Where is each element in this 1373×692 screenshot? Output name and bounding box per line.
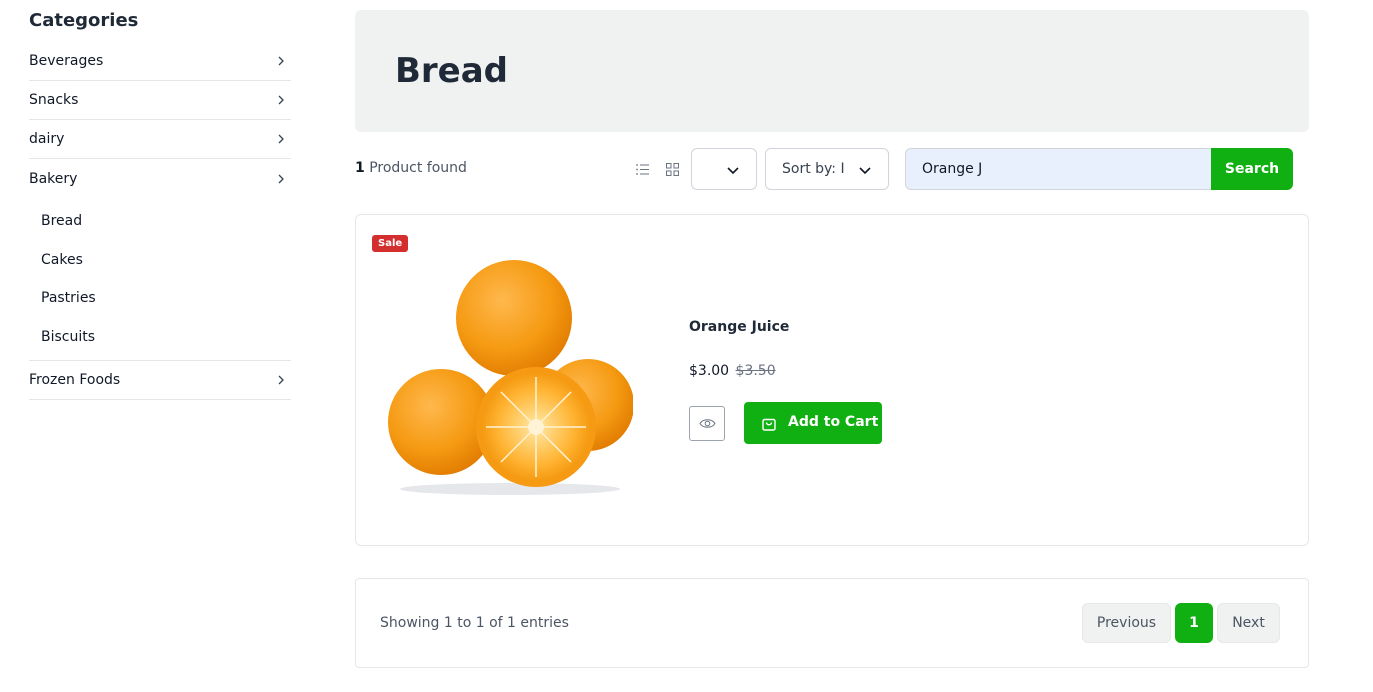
subcategory-biscuits[interactable]: Biscuits <box>29 318 291 357</box>
sidebar-title: Categories <box>29 10 139 31</box>
product-price: $3.00 $3.50 <box>689 363 776 379</box>
previous-page-button[interactable]: Previous <box>1082 603 1171 643</box>
category-label: Snacks <box>29 92 79 108</box>
add-to-cart-label: Add to Cart <box>788 414 879 430</box>
chevron-right-icon <box>278 134 284 144</box>
search-button[interactable]: Search <box>1211 148 1293 190</box>
product-card: Sale Orange Juice $3.00 $3.50 Add to Car… <box>355 214 1309 546</box>
pagination-bar: Showing 1 to 1 of 1 entries Previous 1 N… <box>355 578 1309 668</box>
chevron-down-icon <box>727 167 739 175</box>
shopping-bag-icon <box>762 418 776 431</box>
search-input[interactable] <box>905 148 1212 190</box>
product-name[interactable]: Orange Juice <box>689 319 789 335</box>
category-hero: Bread <box>355 10 1309 132</box>
subcategory-bread[interactable]: Bread <box>29 202 291 241</box>
chevron-right-icon <box>278 375 284 385</box>
add-to-cart-button[interactable]: Add to Cart <box>744 402 882 444</box>
next-page-button[interactable]: Next <box>1217 603 1280 643</box>
old-price: $3.50 <box>735 363 776 379</box>
current-price: $3.00 <box>689 363 730 379</box>
category-sidebar: Categories Beverages Snacks dairy Bakery… <box>29 8 291 400</box>
page-title: Bread <box>395 51 509 91</box>
product-count-label: Product found <box>369 160 467 176</box>
sort-select-label: Sort by: I <box>782 161 845 177</box>
product-count: 1 Product found <box>355 160 467 176</box>
category-dairy[interactable]: dairy <box>29 120 291 159</box>
product-count-number: 1 <box>355 160 365 176</box>
subcategory-pastries[interactable]: Pastries <box>29 279 291 318</box>
category-snacks[interactable]: Snacks <box>29 81 291 120</box>
category-beverages[interactable]: Beverages <box>29 42 291 81</box>
chevron-right-icon <box>278 95 284 105</box>
product-image[interactable] <box>388 255 633 495</box>
category-label: dairy <box>29 131 65 147</box>
grid-view-icon[interactable] <box>665 162 680 177</box>
category-bakery[interactable]: Bakery <box>29 159 291 198</box>
category-label: Bakery <box>29 170 78 187</box>
category-label: Beverages <box>29 53 104 69</box>
category-label: Frozen Foods <box>29 372 121 388</box>
chevron-right-icon <box>278 56 284 66</box>
list-view-icon[interactable] <box>635 162 650 177</box>
product-toolbar: 1 Product found Sort by: I Search <box>355 148 1309 190</box>
bakery-subcategories: Bread Cakes Pastries Biscuits <box>29 198 291 361</box>
page-size-select[interactable] <box>691 148 757 190</box>
chevron-down-icon <box>859 167 871 175</box>
page-1-button[interactable]: 1 <box>1175 603 1213 643</box>
entries-summary: Showing 1 to 1 of 1 entries <box>380 615 569 631</box>
sort-select[interactable]: Sort by: I <box>765 148 889 190</box>
chevron-right-icon <box>278 174 284 183</box>
subcategory-cakes[interactable]: Cakes <box>29 241 291 280</box>
quick-view-button[interactable] <box>689 406 725 441</box>
category-frozen-foods[interactable]: Frozen Foods <box>29 361 291 400</box>
sale-badge: Sale <box>372 235 409 252</box>
eye-icon <box>699 419 716 428</box>
